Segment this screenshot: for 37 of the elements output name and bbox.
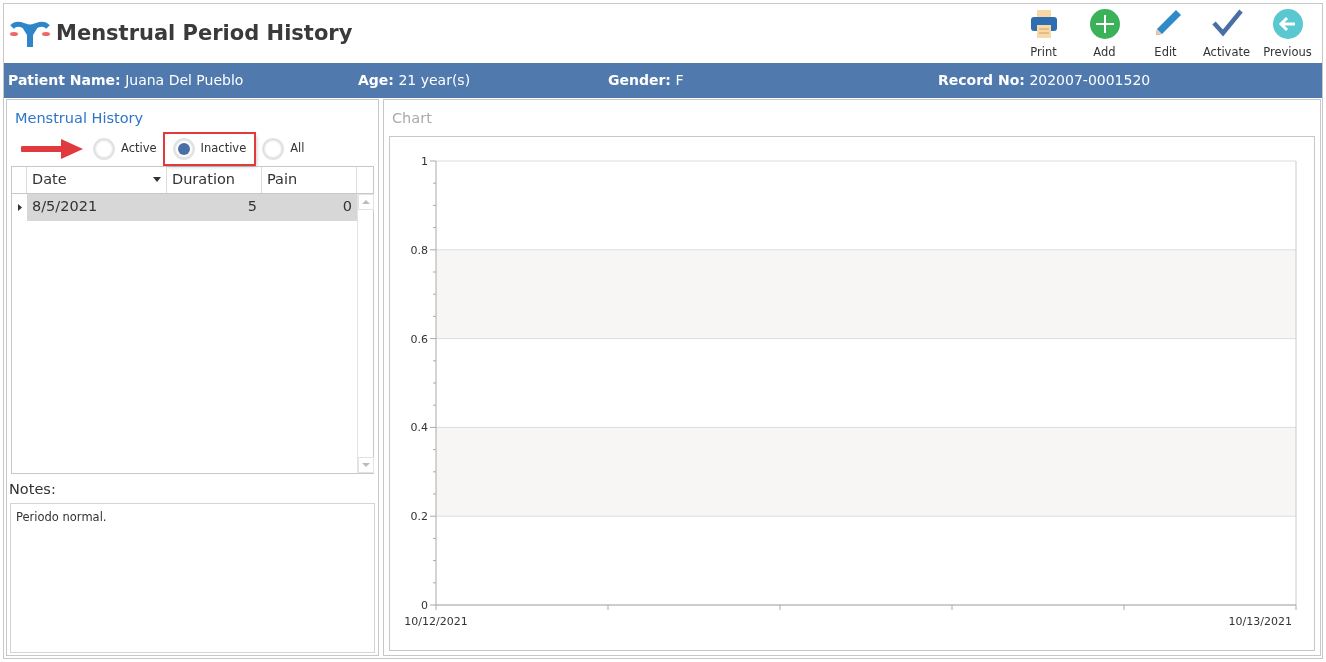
toolbar-button[interactable]: Activate — [1196, 5, 1257, 62]
scroll-up-icon[interactable] — [358, 193, 374, 210]
toolbar-button[interactable]: Add — [1074, 5, 1135, 62]
patient-field: Record No: 202007-0001520 — [938, 70, 1238, 91]
y-tick-label: 1 — [421, 154, 428, 168]
x-tick-label: 10/13/2021 — [1228, 614, 1292, 628]
radio-button[interactable]: All — [254, 133, 313, 164]
notes-label: Notes: — [9, 480, 57, 500]
row-indicator-icon — [17, 203, 22, 211]
table-cell: 5 — [167, 193, 262, 221]
toolbar-button[interactable]: Print — [1013, 5, 1074, 62]
plus-icon — [1088, 7, 1121, 40]
toolbar-button[interactable]: Edit — [1135, 5, 1196, 62]
patient-field: Gender: F — [608, 70, 938, 91]
y-tick-label: 0.2 — [410, 509, 428, 523]
y-tick-label: 0 — [421, 598, 428, 612]
sort-caret-icon — [153, 177, 161, 183]
radio-button[interactable]: Active — [85, 133, 165, 164]
toolbar-button[interactable]: Previous — [1257, 5, 1318, 62]
window-title: Menstrual Period History — [56, 19, 353, 47]
annotation-arrow — [21, 137, 85, 160]
radio-button[interactable]: Inactive — [164, 133, 255, 164]
y-tick-label: 0.4 — [410, 421, 428, 435]
column-header[interactable]: Pain — [262, 166, 357, 193]
table-cell: 0 — [262, 193, 357, 221]
patient-field: Age: 21 year(s) — [358, 70, 608, 91]
x-tick-label: 10/12/2021 — [404, 614, 468, 628]
panel-title: Chart — [391, 109, 433, 128]
table-cell: 8/5/2021 — [27, 193, 167, 221]
panel-title: Menstrual History — [14, 109, 145, 128]
column-header[interactable]: Date — [27, 166, 167, 193]
column-header[interactable]: Duration — [167, 166, 262, 193]
scroll-down-icon[interactable] — [358, 457, 374, 474]
notes-field[interactable]: Periodo normal. — [10, 503, 375, 653]
y-tick-label: 0.6 — [410, 332, 428, 346]
patient-field: Patient Name: Juana Del Pueblo — [8, 70, 358, 91]
y-tick-label: 0.8 — [410, 243, 428, 257]
